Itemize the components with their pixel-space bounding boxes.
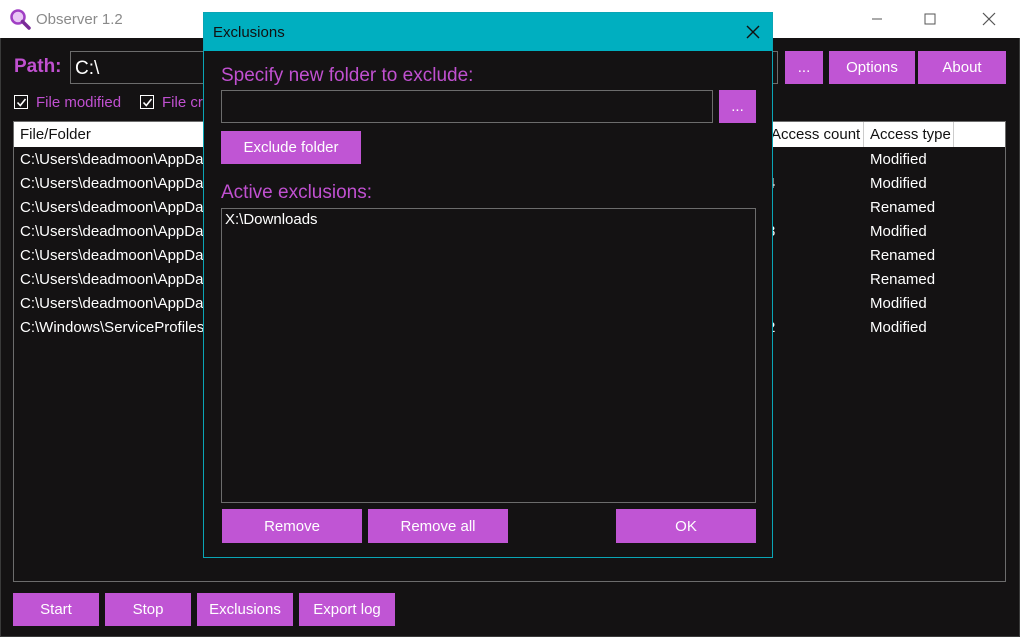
filter-file-modified[interactable]: File modified [14, 93, 121, 111]
active-exclusions-label: Active exclusions: [221, 182, 373, 203]
cell-access-type: Modified [870, 319, 927, 336]
exclusions-button[interactable]: Exclusions [197, 593, 293, 626]
column-header-access-count[interactable]: Access count [765, 122, 864, 147]
exclude-folder-button[interactable]: Exclude folder [221, 131, 361, 164]
window-title: Observer 1.2 [36, 11, 123, 28]
cell-file-folder: C:\Users\deadmoon\AppDa [20, 151, 204, 168]
dialog-close-icon[interactable] [740, 19, 766, 45]
ok-button[interactable]: OK [616, 509, 756, 543]
remove-all-button[interactable]: Remove all [368, 509, 508, 543]
cell-access-type: Modified [870, 295, 927, 312]
cell-file-folder: C:\Users\deadmoon\AppDa [20, 247, 204, 264]
about-button[interactable]: About [918, 51, 1006, 84]
cell-file-folder: C:\Users\deadmoon\AppDa [20, 223, 204, 240]
minimize-button[interactable] [854, 0, 900, 38]
exclude-folder-input[interactable] [221, 90, 713, 123]
close-window-button[interactable] [966, 0, 1012, 38]
filter-file-created[interactable]: File cr [140, 93, 203, 111]
cell-access-type: Modified [870, 223, 927, 240]
column-header-access-type[interactable]: Access type [864, 122, 954, 147]
stop-button[interactable]: Stop [105, 593, 191, 626]
cell-file-folder: C:\Windows\ServiceProfiles [20, 319, 205, 336]
cell-access-type: Renamed [870, 247, 936, 264]
maximize-button[interactable] [907, 0, 953, 38]
cell-file-folder: C:\Users\deadmoon\AppDa [20, 271, 204, 288]
cell-file-folder: C:\Users\deadmoon\AppDa [20, 199, 204, 216]
export-log-button[interactable]: Export log [299, 593, 395, 626]
start-button[interactable]: Start [13, 593, 99, 626]
browse-exclude-folder-button[interactable]: ... [719, 90, 756, 123]
exclusions-list[interactable]: X:\Downloads [221, 208, 756, 503]
filter-label: File cr [162, 93, 203, 111]
cell-access-type: Modified [870, 151, 927, 168]
cell-file-folder: C:\Users\deadmoon\AppDa [20, 175, 204, 192]
remove-button[interactable]: Remove [222, 509, 362, 543]
cell-access-type: Modified [870, 175, 927, 192]
exclusion-item[interactable]: X:\Downloads [225, 211, 318, 228]
filter-label: File modified [36, 93, 122, 111]
options-button[interactable]: Options [829, 51, 915, 84]
magnifier-app-icon [9, 8, 31, 30]
checkbox-checked-icon[interactable] [140, 95, 154, 109]
path-label: Path: [14, 56, 62, 77]
exclusions-dialog: Exclusions Specify new folder to exclude… [203, 12, 773, 558]
cell-access-type: Renamed [870, 271, 936, 288]
browse-path-button[interactable]: ... [785, 51, 823, 84]
cell-access-type: Renamed [870, 199, 936, 216]
dialog-title-bar: Exclusions [204, 13, 772, 51]
specify-folder-label: Specify new folder to exclude: [221, 65, 474, 86]
checkbox-checked-icon[interactable] [14, 95, 28, 109]
cell-file-folder: C:\Users\deadmoon\AppDa [20, 295, 204, 312]
dialog-title: Exclusions [213, 24, 285, 41]
